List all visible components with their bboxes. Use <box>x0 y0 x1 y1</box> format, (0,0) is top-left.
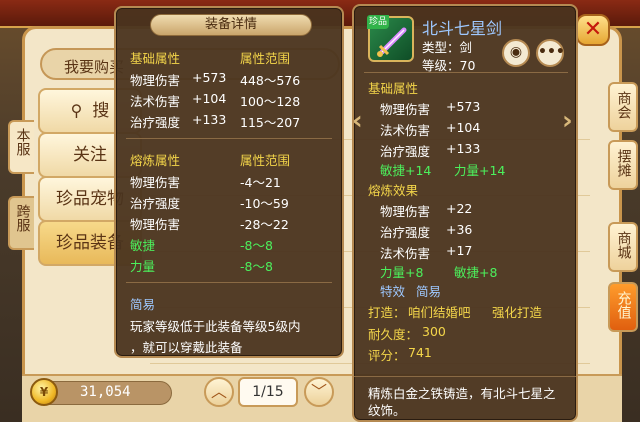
divider <box>126 138 332 139</box>
easy-header: 简易 <box>130 297 156 312</box>
item-description: 精炼白金之铁铸造，有北斗七星之纹饰。 <box>368 386 556 418</box>
eye-icon: ◉ <box>509 44 523 60</box>
item-forge-header: 熔炼效果 <box>368 183 419 198</box>
search-icon: ⚲ <box>70 101 83 120</box>
forge-row-attr: 力量 <box>130 259 156 274</box>
base-row-range: 115～207 <box>240 115 301 130</box>
forge-attr-header: 熔炼属性 <box>130 153 181 168</box>
tab-guild-shop-label: 商会 <box>615 91 632 119</box>
prev-item-arrow[interactable]: ‹ <box>352 106 363 136</box>
item-base-attr: 治疗强度 <box>380 144 431 159</box>
item-forge-attr: 物理伤害 <box>380 204 431 219</box>
base-row-attr: 治疗强度 <box>130 115 181 130</box>
watch-button[interactable]: ◉ <box>502 39 530 67</box>
enhanced-forge-label: 强化打造 <box>492 305 543 320</box>
base-row-attr: 物理伤害 <box>130 73 181 88</box>
base-range-header: 属性范围 <box>240 51 291 66</box>
tab-local-server-label: 本服 <box>14 128 31 156</box>
easy-text-line-2: ，就可以穿戴此装备 <box>130 340 243 355</box>
equipment-detail-panel: 装备详情 基础属性 属性范围 物理伤害 +573 448～576 法术伤害 +1… <box>114 6 344 358</box>
coin-amount: 31,054 <box>80 384 131 400</box>
base-row-range: 448～576 <box>240 73 301 88</box>
page-indicator: 1/15 <box>238 377 298 407</box>
base-row-value: +104 <box>192 91 227 106</box>
chevron-up-icon: ︿ <box>210 382 227 401</box>
forge-row-range: -28～22 <box>240 217 289 232</box>
forge-row-attr: 物理伤害 <box>130 217 181 232</box>
tab-guild-shop[interactable]: 商会 <box>608 82 638 132</box>
forge-row-range: -4～21 <box>240 175 281 190</box>
category-favorites-label: 关注 <box>73 145 107 165</box>
close-button[interactable]: ✕ <box>576 14 610 46</box>
special-effect-value: 简易 <box>416 284 442 299</box>
item-base-value: +133 <box>446 141 481 156</box>
special-effect-label: 特效 <box>380 284 406 299</box>
sword-item-icon: 珍品 <box>367 15 414 62</box>
item-base-value: +104 <box>446 120 481 135</box>
item-base-bonus: 敏捷+14 <box>380 163 432 178</box>
tab-mall-label: 商城 <box>615 231 632 259</box>
tab-recharge-label: 充值 <box>615 291 632 319</box>
forge-row-range: -8～8 <box>240 238 273 253</box>
item-base-value: +573 <box>446 99 481 114</box>
tab-local-server[interactable]: 本服 <box>8 120 34 174</box>
item-base-bonus: 力量+14 <box>454 163 506 178</box>
item-base-attr: 法术伤害 <box>380 123 431 138</box>
forge-row-attr: 治疗强度 <box>130 196 181 211</box>
item-type: 类型：剑 <box>422 40 473 55</box>
divider <box>126 282 332 283</box>
page-down-button[interactable]: ﹀ <box>304 377 334 407</box>
more-icon: ••• <box>538 44 565 60</box>
base-row-value: +573 <box>192 70 227 85</box>
item-forge-value: +36 <box>446 222 473 237</box>
item-base-attr: 物理伤害 <box>380 102 431 117</box>
tab-stall[interactable]: 摆摊 <box>608 140 638 190</box>
tab-cross-server[interactable]: 跨服 <box>8 196 34 250</box>
tab-cross-server-label: 跨服 <box>14 204 31 232</box>
forge-row-range: -8～8 <box>240 259 273 274</box>
chevron-down-icon: ﹀ <box>310 382 327 401</box>
more-button[interactable]: ••• <box>536 39 565 67</box>
base-row-value: +133 <box>192 112 227 127</box>
forged-by-value: 咱们结婚吧 <box>408 305 471 320</box>
item-forge-bonus: 力量+8 <box>380 265 424 280</box>
forge-row-attr: 物理伤害 <box>130 175 181 190</box>
item-forge-attr: 治疗强度 <box>380 225 431 240</box>
tab-stall-label: 摆摊 <box>615 149 632 177</box>
base-attr-header: 基础属性 <box>130 51 181 66</box>
close-icon: ✕ <box>583 17 603 42</box>
search-label: 搜 <box>92 101 110 121</box>
forge-row-range: -10～59 <box>240 196 289 211</box>
item-forge-bonus: 敏捷+8 <box>454 265 498 280</box>
tab-mall[interactable]: 商城 <box>608 222 638 272</box>
forge-row-attr: 敏捷 <box>130 238 156 253</box>
base-row-attr: 法术伤害 <box>130 94 181 109</box>
durability-label: 耐久度： <box>368 327 419 342</box>
item-base-header: 基础属性 <box>368 81 419 96</box>
forged-by-label: 打造： <box>368 305 406 320</box>
divider <box>364 72 568 73</box>
score-value: 741 <box>408 345 432 360</box>
score-label: 评分： <box>368 348 406 363</box>
item-forge-value: +22 <box>446 201 473 216</box>
coin-icon: ¥ <box>30 378 58 406</box>
easy-text-line-1: 玩家等级低于此装备等级5级内 <box>130 319 301 334</box>
rare-badge: 珍品 <box>367 15 389 29</box>
item-forge-attr: 法术伤害 <box>380 246 431 261</box>
base-row-range: 100～128 <box>240 94 301 109</box>
item-name: 北斗七星剑 <box>422 19 503 38</box>
item-info-panel: 珍品 北斗七星剑 类型：剑 等级：70 ◉ ••• ‹ › 基础属性 物理伤害 … <box>352 4 578 422</box>
durability-value: 300 <box>422 324 446 339</box>
item-description-box: 精炼白金之铁铸造，有北斗七星之纹饰。 <box>354 376 576 420</box>
forge-range-header: 属性范围 <box>240 153 291 168</box>
page-up-button[interactable]: ︿ <box>204 377 234 407</box>
tab-recharge[interactable]: 充值 <box>608 282 638 332</box>
detail-panel-title: 装备详情 <box>150 14 312 36</box>
next-item-arrow[interactable]: › <box>562 106 573 136</box>
item-forge-value: +17 <box>446 243 473 258</box>
